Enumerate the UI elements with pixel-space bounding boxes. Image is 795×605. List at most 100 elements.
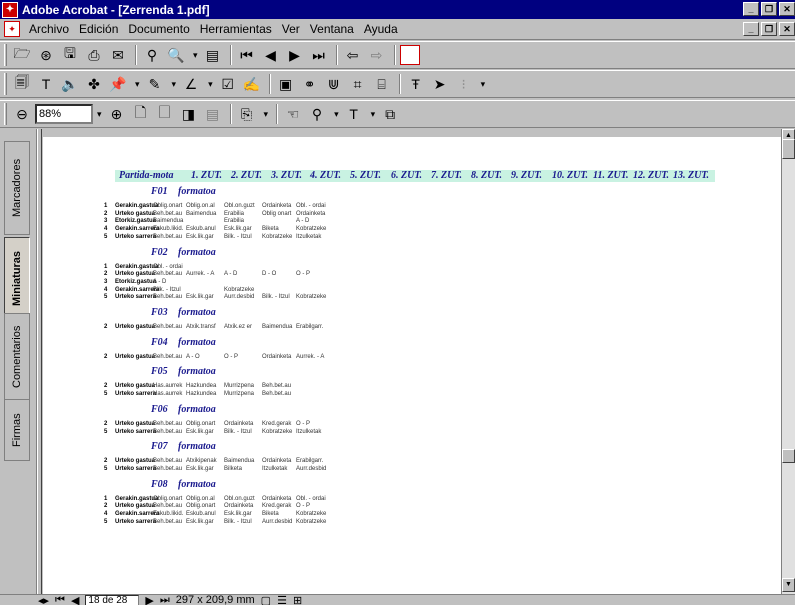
vertical-scrollbar[interactable]: ▲ ▼: [781, 129, 795, 594]
open-web-icon[interactable]: ⊛: [35, 44, 57, 66]
acrobat-app-icon[interactable]: ✦: [2, 1, 18, 18]
chevron-down-icon[interactable]: ▾: [481, 79, 486, 90]
scroll-thumb[interactable]: [782, 139, 795, 159]
chevron-down-icon[interactable]: ▾: [172, 79, 177, 90]
spell-check-icon[interactable]: ☑: [217, 73, 239, 95]
toolbar-grip[interactable]: [4, 103, 7, 125]
graphics-select-icon[interactable]: ⧉: [379, 103, 401, 125]
menu-bar: ✦ Archivo Edición Documento Herramientas…: [0, 19, 795, 40]
page-layout-icon[interactable]: ◂▸: [38, 595, 49, 605]
doc-close-button[interactable]: ✕: [779, 22, 795, 36]
table-cell: Ordainketa: [224, 503, 254, 510]
chevron-down-icon[interactable]: ▾: [135, 79, 140, 90]
link-tool-icon[interactable]: ⚭: [299, 73, 321, 95]
save-icon[interactable]: 🖫: [59, 44, 81, 66]
pane-splitter[interactable]: [37, 129, 42, 594]
first-page-icon[interactable]: ⏮: [55, 595, 65, 605]
menu-ver[interactable]: Ver: [277, 22, 305, 36]
continuous-facing-icon[interactable]: ⊞: [293, 595, 302, 605]
last-page-icon[interactable]: ⏭: [308, 44, 330, 66]
open-icon[interactable]: 🗁: [11, 44, 33, 66]
row-number: 2: [104, 271, 108, 278]
row-number: 5: [104, 294, 108, 301]
single-page-icon[interactable]: ▢: [261, 595, 271, 605]
note-tool-icon[interactable]: 🗐: [11, 73, 33, 95]
go-back-icon[interactable]: ⇦: [342, 44, 364, 66]
tab-comments[interactable]: Comentarios: [4, 313, 30, 401]
signature-tool-icon[interactable]: ✍: [241, 73, 263, 95]
document-page[interactable]: Partida-mota 1. ZUT. 2. ZUT. 3. ZUT. 4. ZUT.…: [43, 137, 781, 594]
table-cell: Baimendua: [224, 458, 255, 465]
hand-tool-icon[interactable]: ☜: [282, 103, 304, 125]
last-page-icon[interactable]: ⏭: [160, 595, 170, 605]
fit-page-icon[interactable]: 🗌: [154, 103, 176, 125]
table-cell: Beh.bet.au: [153, 353, 183, 360]
stamp-tool-icon[interactable]: ✤: [83, 73, 105, 95]
previous-page-icon[interactable]: ◀: [71, 595, 79, 605]
text-select-tool-icon[interactable]: T: [343, 103, 365, 125]
tab-signatures[interactable]: Firmas: [4, 399, 30, 461]
touchup-text-icon[interactable]: Ŧ: [405, 73, 427, 95]
first-page-icon[interactable]: ⏮: [236, 44, 258, 66]
previous-page-icon[interactable]: ◀: [260, 44, 282, 66]
menu-edicion[interactable]: Edición: [74, 22, 123, 36]
pencil-tool-icon[interactable]: ✎: [144, 73, 166, 95]
rotate-page-icon[interactable]: ⎘: [236, 103, 258, 125]
chevron-down-icon[interactable]: ▾: [97, 109, 102, 120]
chevron-down-icon[interactable]: ▾: [208, 79, 213, 90]
touchup-object-icon[interactable]: ➤: [429, 73, 451, 95]
zoom-level-input[interactable]: 88%: [35, 104, 93, 124]
tab-thumbnails[interactable]: Miniaturas: [4, 237, 30, 319]
menu-ayuda[interactable]: Ayuda: [359, 22, 403, 36]
text-select-icon[interactable]: ⁝: [453, 73, 475, 95]
search-icon[interactable]: 🔍: [165, 44, 187, 66]
table-cell: Beh.bet.au: [153, 271, 183, 278]
row-name: Urteko gastua: [115, 324, 156, 330]
line-tool-icon[interactable]: ∠: [180, 73, 202, 95]
menu-documento[interactable]: Documento: [123, 22, 194, 36]
document-icon[interactable]: ✦: [4, 21, 20, 37]
menu-archivo[interactable]: Archivo: [24, 22, 74, 36]
pushpin-tool-icon[interactable]: 📌: [107, 73, 129, 95]
actual-size-icon[interactable]: 🗋: [130, 103, 152, 125]
zoom-tool-icon[interactable]: ⚲: [306, 103, 328, 125]
chevron-down-icon[interactable]: ▾: [371, 109, 376, 120]
doc-minimize-button[interactable]: _: [743, 22, 759, 36]
toolbar-grip[interactable]: [4, 44, 7, 66]
scroll-marker[interactable]: [782, 449, 795, 463]
crop-tool-icon[interactable]: ⌗: [347, 73, 369, 95]
fit-width-icon[interactable]: ◨: [178, 103, 200, 125]
menu-ventana[interactable]: Ventana: [305, 22, 359, 36]
movie-tool-icon[interactable]: ▣: [275, 73, 297, 95]
next-page-icon[interactable]: ▶: [284, 44, 306, 66]
page-number-field[interactable]: 18 de 28: [85, 595, 140, 605]
doc-restore-button[interactable]: ❐: [761, 22, 777, 36]
tab-bookmarks[interactable]: Marcadores: [4, 141, 30, 235]
toolbar-grip[interactable]: [4, 73, 7, 95]
zoom-in-icon[interactable]: ⊕: [106, 103, 128, 125]
row-number: 5: [104, 518, 108, 525]
print-icon[interactable]: ⎙: [83, 44, 105, 66]
sound-attachment-icon[interactable]: 🔈: [59, 73, 81, 95]
chevron-down-icon[interactable]: ▾: [193, 50, 198, 61]
zoom-out-icon[interactable]: ⊖: [11, 103, 33, 125]
column-header: 1. ZUT.: [191, 170, 223, 181]
minimize-button[interactable]: _: [743, 2, 759, 16]
go-forward-icon[interactable]: ⇨: [366, 44, 388, 66]
chevron-down-icon[interactable]: ▾: [264, 109, 269, 120]
scroll-down-icon[interactable]: ▼: [782, 578, 795, 592]
navigation-pane-icon[interactable]: ▤: [202, 44, 224, 66]
menu-herramientas[interactable]: Herramientas: [195, 22, 277, 36]
find-icon[interactable]: ⚲: [141, 44, 163, 66]
maximize-button[interactable]: ❐: [761, 2, 777, 16]
form-tool-icon[interactable]: ⌸: [371, 73, 393, 95]
continuous-icon[interactable]: ☰: [277, 595, 287, 605]
article-tool-icon[interactable]: ⋓: [323, 73, 345, 95]
email-icon[interactable]: ✉: [107, 44, 129, 66]
adobe-logo-icon[interactable]: [399, 45, 420, 65]
next-page-icon[interactable]: ▶: [145, 595, 153, 605]
close-button[interactable]: ✕: [779, 2, 795, 16]
text-annotation-icon[interactable]: T: [35, 73, 57, 95]
fit-visible-icon[interactable]: ▤: [202, 103, 224, 125]
chevron-down-icon[interactable]: ▾: [334, 109, 339, 120]
